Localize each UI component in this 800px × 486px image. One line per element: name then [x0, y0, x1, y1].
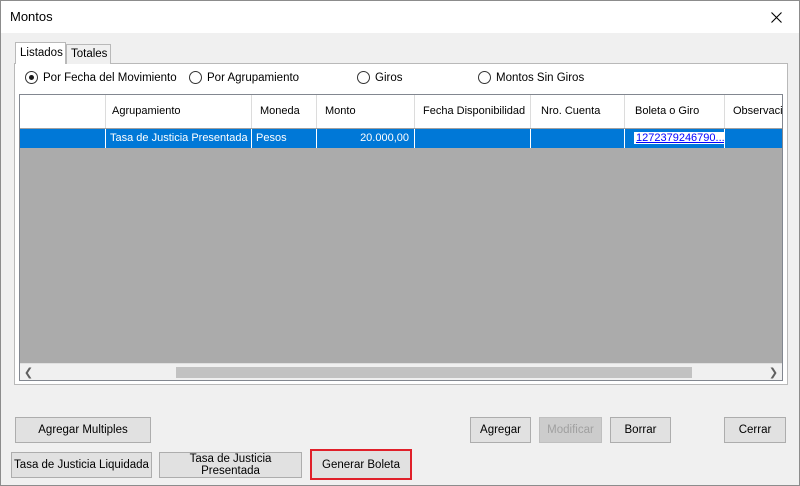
grid-header: Agrupamiento Moneda Monto Fecha Disponib…	[20, 95, 782, 129]
column-header-nro-cuenta[interactable]: Nro. Cuenta	[531, 95, 625, 128]
row-header-corner	[20, 95, 106, 128]
radio-icon	[189, 71, 202, 84]
close-icon	[770, 11, 782, 23]
close-button[interactable]	[753, 1, 799, 33]
data-grid[interactable]: Agrupamiento Moneda Monto Fecha Disponib…	[19, 94, 783, 381]
cell-agrupamiento: Tasa de Justicia Presentada	[106, 129, 252, 148]
cell-monto: 20.000,00	[317, 129, 415, 148]
scroll-right-icon[interactable]: ❯	[765, 364, 782, 380]
title-bar: Montos	[1, 1, 799, 33]
radio-montos-sin-giros[interactable]: Montos Sin Giros	[478, 71, 584, 84]
cell-nro-cuenta	[531, 129, 625, 148]
montos-window: Montos Listados Totales Por Fecha del Mo…	[0, 0, 800, 486]
scrollbar-thumb[interactable]	[176, 367, 692, 378]
tab-listados[interactable]: Listados	[15, 42, 66, 64]
radio-giros[interactable]: Giros	[357, 71, 402, 84]
column-header-moneda[interactable]: Moneda	[252, 95, 317, 128]
row-header[interactable]	[20, 129, 106, 148]
tasa-justicia-liquidada-button[interactable]: Tasa de Justicia Liquidada	[11, 452, 152, 478]
radio-checked-icon	[25, 71, 38, 84]
column-header-monto[interactable]: Monto	[317, 95, 415, 128]
cell-boleta-giro[interactable]: 1272379246790...	[625, 129, 725, 148]
boleta-link[interactable]: 1272379246790...	[634, 132, 724, 144]
modificar-button[interactable]: Modificar	[539, 417, 602, 443]
radio-label: Montos Sin Giros	[496, 71, 585, 84]
radio-label: Por Agrupamiento	[207, 71, 300, 84]
radio-icon	[357, 71, 370, 84]
radio-label: Giros	[375, 71, 403, 84]
window-title: Montos	[10, 9, 53, 24]
column-header-boleta-giro[interactable]: Boleta o Giro	[625, 95, 725, 128]
tab-totales[interactable]: Totales	[66, 44, 111, 64]
radio-por-fecha[interactable]: Por Fecha del Movimiento	[25, 71, 177, 84]
cell-fecha-disponibilidad	[415, 129, 531, 148]
horizontal-scrollbar[interactable]: ❮ ❯	[20, 363, 782, 380]
table-row[interactable]: Tasa de Justicia Presentada Pesos 20.000…	[20, 129, 782, 148]
radio-label: Por Fecha del Movimiento	[43, 71, 177, 84]
radio-icon	[478, 71, 491, 84]
tasa-justicia-presentada-button[interactable]: Tasa de Justicia Presentada	[159, 452, 302, 478]
agregar-button[interactable]: Agregar	[470, 417, 531, 443]
column-header-fecha-disponibilidad[interactable]: Fecha Disponibilidad	[415, 95, 531, 128]
column-header-agrupamiento[interactable]: Agrupamiento	[106, 95, 252, 128]
cell-observacion	[725, 129, 782, 148]
cell-moneda: Pesos	[252, 129, 317, 148]
generar-boleta-button[interactable]: Generar Boleta	[310, 449, 412, 480]
borrar-button[interactable]: Borrar	[610, 417, 671, 443]
scroll-left-icon[interactable]: ❮	[20, 364, 37, 380]
column-header-observacion[interactable]: Observació	[725, 95, 782, 128]
radio-por-agrupamiento[interactable]: Por Agrupamiento	[189, 71, 299, 84]
agregar-multiples-button[interactable]: Agregar Multiples	[15, 417, 151, 443]
cerrar-button[interactable]: Cerrar	[724, 417, 786, 443]
